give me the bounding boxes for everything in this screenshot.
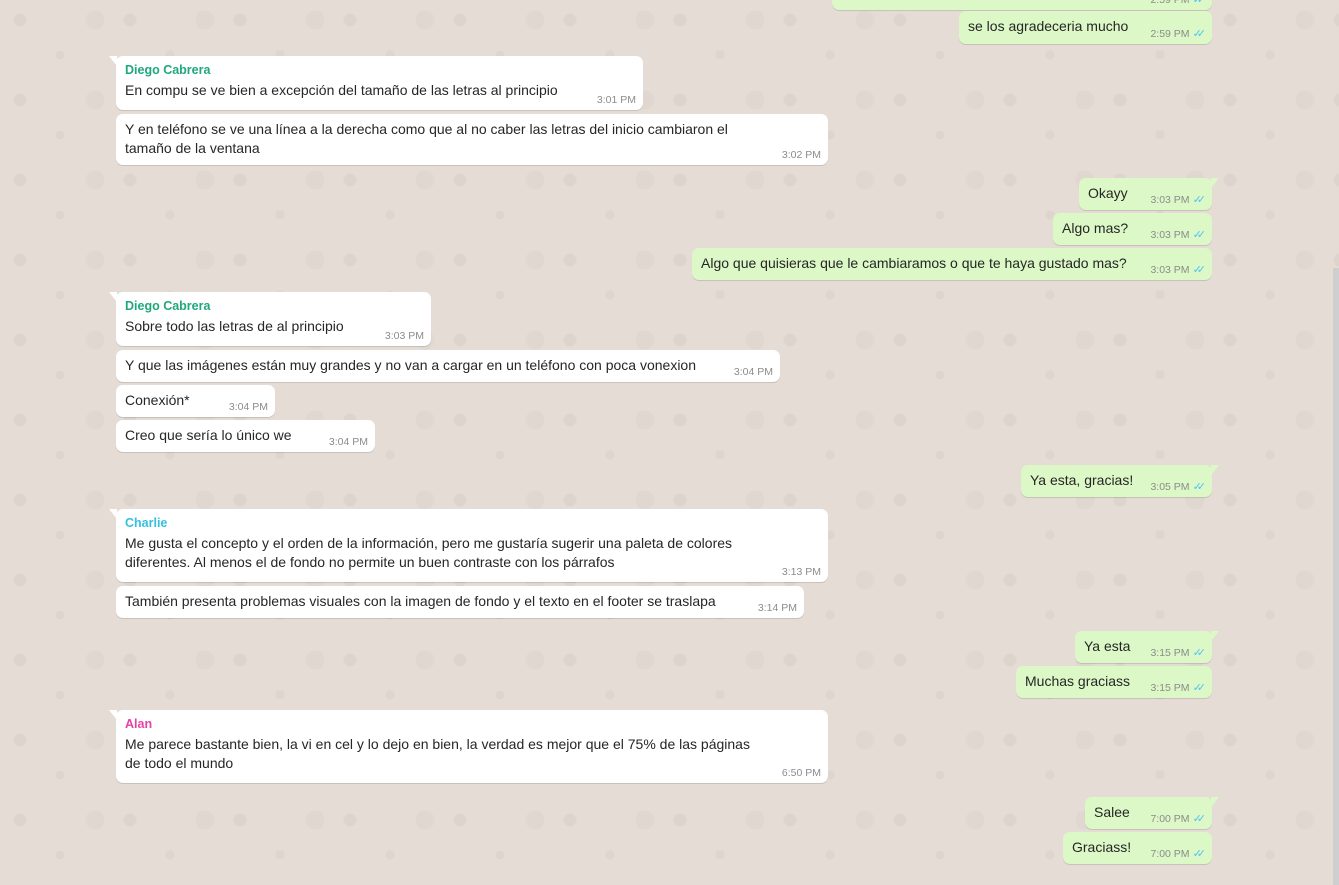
message-timestamp: 7:00 PM <box>1150 848 1190 860</box>
message-timestamp: 2:59 PM <box>1150 28 1190 40</box>
incoming-message-bubble[interactable]: Creo que sería lo único we 3:04 PM <box>116 420 375 452</box>
message-meta: 3:01 PM <box>597 93 636 107</box>
outgoing-message-bubble[interactable]: 2:59 PM ✓✓ <box>832 0 1212 10</box>
message-meta: 3:04 PM <box>329 435 368 449</box>
outgoing-message-bubble[interactable]: Ya esta 3:15 PM ✓✓ <box>1075 631 1219 663</box>
message-timestamp: 3:05 PM <box>1150 481 1190 493</box>
outgoing-message-bubble[interactable]: Muchas graciass 3:15 PM ✓✓ <box>1016 666 1212 698</box>
double-check-icon: ✓✓ <box>1192 229 1207 241</box>
outgoing-message-bubble[interactable]: Algo mas? 3:03 PM ✓✓ <box>1053 213 1212 245</box>
double-check-icon: ✓✓ <box>1192 647 1207 659</box>
message-timestamp: 3:14 PM <box>757 602 797 614</box>
message-text: Me parece bastante bien, la vi en cel y … <box>125 736 750 771</box>
message-meta: 2:59 PM ✓✓ <box>1150 27 1207 41</box>
incoming-message-bubble[interactable]: Charlie Me gusta el concepto y el orden d… <box>109 509 828 582</box>
message-text: Graciass! <box>1072 839 1132 855</box>
outgoing-message-bubble[interactable]: Algo que quisieras que le cambiaramos o … <box>692 248 1212 280</box>
message-text: Okayy <box>1088 185 1128 201</box>
message-timestamp: 3:13 PM <box>781 566 821 578</box>
message-text: Ya esta, gracias! <box>1030 472 1134 488</box>
message-text: Y en teléfono se ve una línea a la derec… <box>125 121 728 156</box>
outgoing-message-bubble[interactable]: Salee 7:00 PM ✓✓ <box>1085 797 1219 829</box>
incoming-message-bubble[interactable]: Diego Cabrera Sobre todo las letras de al… <box>109 292 431 346</box>
message-text: En compu se ve bien a excepción del tama… <box>125 82 558 98</box>
message-text: Algo que quisieras que le cambiaramos o … <box>701 255 1127 271</box>
message-meta: 3:04 PM <box>734 365 773 379</box>
message-timestamp: 3:03 PM <box>1150 264 1190 276</box>
double-check-icon: ✓✓ <box>1192 194 1207 206</box>
chat-message-area[interactable]: 2:59 PM ✓✓ se los agradeceria mucho 2:59 PM… <box>0 0 1339 885</box>
message-text: Algo mas? <box>1062 220 1129 236</box>
double-check-icon: ✓✓ <box>1192 813 1207 825</box>
double-check-icon: ✓✓ <box>1192 264 1207 276</box>
message-meta: 3:15 PM ✓✓ <box>1150 646 1207 660</box>
message-meta: 3:02 PM <box>782 148 821 162</box>
incoming-message-bubble[interactable]: También presenta problemas visuales con … <box>116 586 804 618</box>
message-text: Conexión* <box>125 392 190 408</box>
outgoing-message-bubble[interactable]: Okayy 3:03 PM ✓✓ <box>1079 178 1219 210</box>
message-meta: 7:00 PM ✓✓ <box>1150 812 1207 826</box>
outgoing-message-bubble[interactable]: Ya esta, gracias! 3:05 PM ✓✓ <box>1021 465 1219 497</box>
double-check-icon: ✓✓ <box>1192 848 1207 860</box>
message-timestamp: 3:04 PM <box>733 366 773 378</box>
double-check-icon: ✓✓ <box>1192 682 1207 694</box>
message-text: Creo que sería lo único we <box>125 427 292 443</box>
message-timestamp: 7:00 PM <box>1150 813 1190 825</box>
message-timestamp: 3:02 PM <box>781 149 821 161</box>
sender-name[interactable]: Diego Cabrera <box>125 298 423 314</box>
double-check-icon: ✓✓ <box>1192 0 1207 6</box>
message-meta: 3:05 PM ✓✓ <box>1150 480 1207 494</box>
message-text: se los agradeceria mucho <box>968 18 1129 34</box>
incoming-message-bubble[interactable]: Y en teléfono se ve una línea a la derec… <box>116 114 828 165</box>
message-meta: 3:03 PM <box>385 329 424 343</box>
sender-name[interactable]: Diego Cabrera <box>125 62 635 78</box>
outgoing-message-bubble[interactable]: se los agradeceria mucho 2:59 PM ✓✓ <box>959 11 1212 44</box>
incoming-message-bubble[interactable]: Diego Cabrera En compu se ve bien a excep… <box>109 56 643 110</box>
double-check-icon: ✓✓ <box>1192 28 1207 40</box>
chat-scrollbar[interactable] <box>1333 268 1339 885</box>
message-timestamp: 3:03 PM <box>384 330 424 342</box>
message-timestamp: 2:59 PM <box>1150 0 1190 6</box>
message-meta: 3:15 PM ✓✓ <box>1150 681 1207 695</box>
message-text: Sobre todo las letras de al principio <box>125 318 344 334</box>
message-meta: 6:50 PM <box>782 766 821 780</box>
double-check-icon: ✓✓ <box>1192 481 1207 493</box>
message-meta: 2:59 PM ✓✓ <box>1150 0 1207 7</box>
message-timestamp: 3:03 PM <box>1150 194 1190 206</box>
message-text: Me gusta el concepto y el orden de la in… <box>125 535 733 570</box>
incoming-message-bubble[interactable]: Conexión* 3:04 PM <box>116 385 275 417</box>
message-meta: 3:03 PM ✓✓ <box>1150 263 1207 277</box>
message-text: Y que las imágenes están muy grandes y n… <box>125 357 697 373</box>
message-timestamp: 3:03 PM <box>1150 229 1190 241</box>
message-timestamp: 6:50 PM <box>781 767 821 779</box>
message-text: Muchas graciass <box>1025 673 1131 689</box>
message-timestamp: 3:15 PM <box>1150 682 1190 694</box>
message-meta: 3:14 PM <box>758 601 797 615</box>
sender-name[interactable]: Alan <box>125 716 768 732</box>
sender-name[interactable]: Charlie <box>125 515 768 531</box>
message-meta: 3:03 PM ✓✓ <box>1150 228 1207 242</box>
message-text: Ya esta <box>1084 638 1131 654</box>
message-text: Salee <box>1094 804 1130 820</box>
message-text: También presenta problemas visuales con … <box>125 593 716 609</box>
message-timestamp: 3:01 PM <box>596 94 636 106</box>
incoming-message-bubble[interactable]: Alan Me parece bastante bien, la vi en ce… <box>109 710 828 783</box>
message-meta: 7:00 PM ✓✓ <box>1150 847 1207 861</box>
message-meta: 3:04 PM <box>229 400 268 414</box>
message-timestamp: 3:04 PM <box>228 401 268 413</box>
message-timestamp: 3:04 PM <box>328 436 368 448</box>
message-timestamp: 3:15 PM <box>1150 647 1190 659</box>
message-meta: 3:13 PM <box>782 565 821 579</box>
incoming-message-bubble[interactable]: Y que las imágenes están muy grandes y n… <box>116 350 780 382</box>
outgoing-message-bubble[interactable]: Graciass! 7:00 PM ✓✓ <box>1063 832 1212 864</box>
message-meta: 3:03 PM ✓✓ <box>1150 193 1207 207</box>
